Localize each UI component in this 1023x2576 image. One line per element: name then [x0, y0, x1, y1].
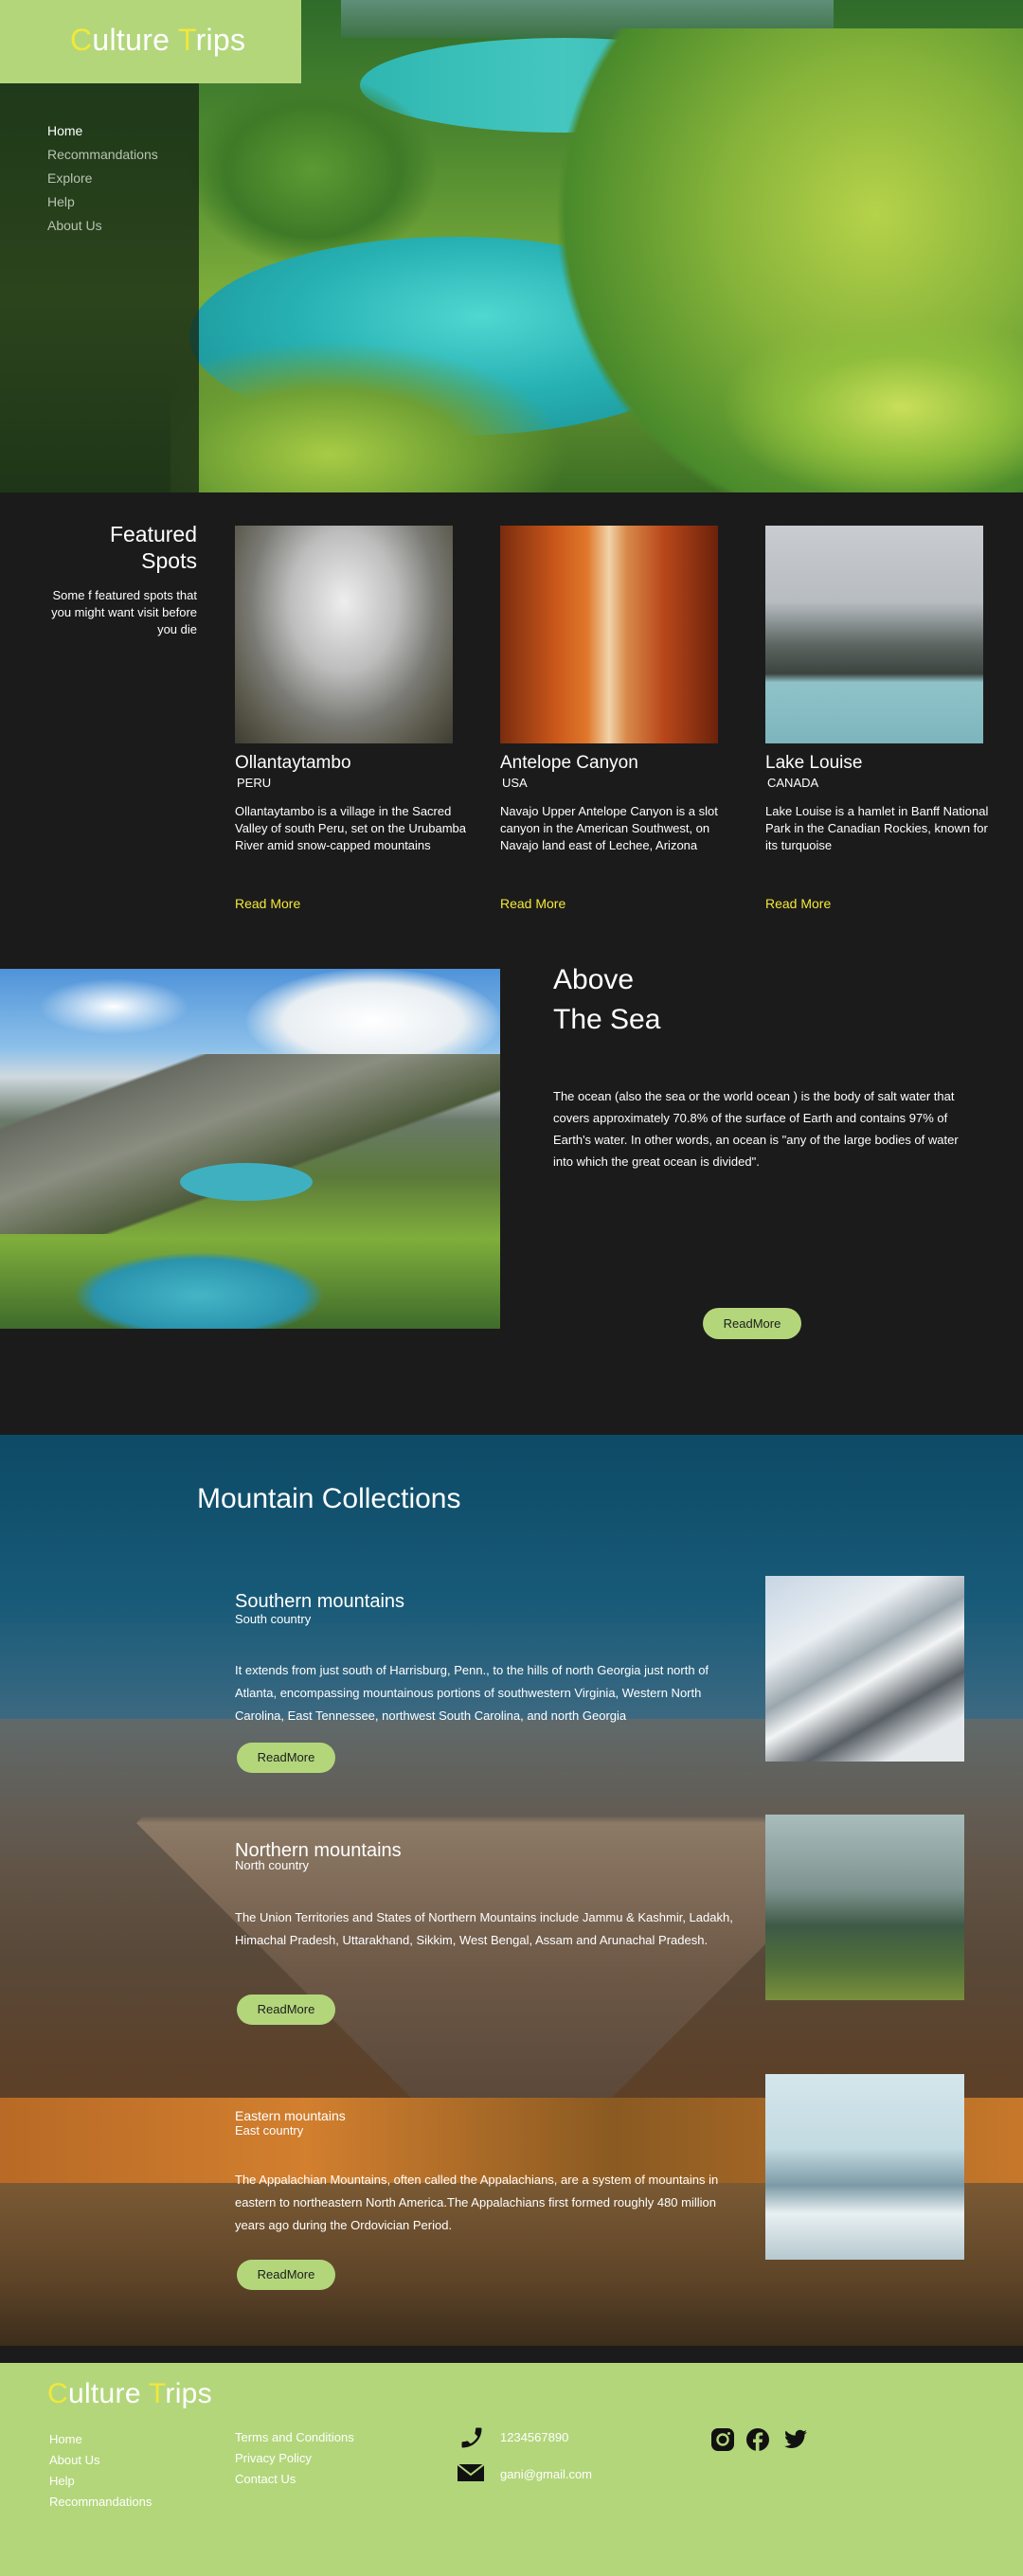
twitter-icon[interactable] [782, 2427, 811, 2456]
facebook-icon[interactable] [745, 2427, 774, 2456]
above-sea-text: The ocean (also the sea or the world oce… [553, 1089, 959, 1169]
read-more-link[interactable]: Read More [235, 896, 300, 911]
footer-logo[interactable]: Culture Trips [47, 2378, 212, 2410]
card-description: Navajo Upper Antelope Canyon is a slot c… [500, 804, 718, 852]
card-title: Lake Louise [765, 753, 863, 773]
logo-letter-t: T [177, 23, 196, 57]
mountain-collections-title: Mountain Collections [197, 1483, 461, 1514]
ollantaytambo-image[interactable] [235, 526, 453, 743]
mountain-item-country: North country [235, 1858, 310, 1872]
eastern-mountains-image[interactable] [765, 2074, 964, 2260]
footer-links-col1: Home About Us Help Recommandations [49, 2429, 152, 2513]
footer-link-about-us[interactable]: About Us [49, 2450, 152, 2471]
featured-subtitle: Some f featured spots that you might wan… [51, 588, 197, 636]
featured-title: Featured Spots [57, 521, 197, 574]
above-sea-image [0, 969, 500, 1329]
footer-email[interactable]: gani@gmail.com [500, 2464, 592, 2485]
mountain-readmore-button[interactable]: ReadMore [237, 2260, 335, 2290]
site-logo[interactable]: Culture Trips [70, 23, 245, 58]
footer: Culture Trips Home About Us Help Recomma… [0, 2363, 1023, 2576]
footer-link-recommandations[interactable]: Recommandations [49, 2492, 152, 2513]
featured-card: Antelope Canyon USA Navajo Upper Antelop… [500, 526, 737, 911]
footer-link-home[interactable]: Home [49, 2429, 152, 2450]
card-country: CANADA [767, 776, 819, 790]
card-title: Ollantaytambo [235, 753, 351, 773]
featured-card: Ollantaytambo PERU Ollantaytambo is a vi… [235, 526, 472, 911]
phone-icon [458, 2424, 487, 2453]
mountain-lake [180, 1163, 313, 1201]
footer-link-privacy[interactable]: Privacy Policy [235, 2448, 354, 2469]
logo-text-2: rips [165, 2378, 212, 2409]
card-country: USA [502, 776, 528, 790]
sea-title-line2: The Sea [553, 1004, 661, 1035]
footer-links-col2: Terms and Conditions Privacy Policy Cont… [235, 2427, 354, 2490]
mountain-item-text: The Union Territories and States of Nort… [235, 1910, 733, 1947]
mountain-item-text: It extends from just south of Harrisburg… [235, 1663, 709, 1723]
above-sea-title: Above The Sea [553, 960, 660, 1040]
read-more-link[interactable]: Read More [765, 896, 831, 911]
logo-text-1: ulture [67, 2378, 149, 2409]
nav-explore[interactable]: Explore [47, 167, 158, 190]
logo-letter-t: T [148, 2378, 166, 2409]
cloud [38, 978, 189, 1035]
footer-link-terms[interactable]: Terms and Conditions [235, 2427, 354, 2448]
mountain-readmore-button[interactable]: ReadMore [237, 1995, 335, 2025]
featured-title-line2: Spots [141, 548, 197, 573]
mountain-item-title: Southern mountains [235, 1591, 405, 1612]
instagram-icon[interactable] [710, 2427, 739, 2456]
featured-title-line1: Featured [109, 522, 197, 546]
sea-readmore-button[interactable]: ReadMore [703, 1308, 801, 1339]
featured-card: Lake Louise CANADA Lake Louise is a haml… [765, 526, 1002, 911]
nav-help[interactable]: Help [47, 190, 158, 214]
hero-foliage-corner [720, 313, 1023, 492]
card-country: PERU [237, 776, 272, 790]
footer-link-contact[interactable]: Contact Us [235, 2469, 354, 2490]
hero-foliage-bottom [170, 341, 568, 492]
logo-box: Culture Trips [0, 0, 301, 83]
email-icon [457, 2461, 485, 2490]
sea-title-line1: Above [553, 964, 635, 995]
mountain-item-country: South country [235, 1612, 312, 1626]
mountain-readmore-button[interactable]: ReadMore [237, 1743, 335, 1773]
antelope-canyon-image[interactable] [500, 526, 718, 743]
logo-text-2: rips [195, 23, 246, 57]
mountain-item-text: The Appalachian Mountains, often called … [235, 2173, 719, 2232]
mountain-ridge [0, 1054, 500, 1234]
logo-letter-c: C [70, 23, 93, 57]
logo-letter-c: C [47, 2378, 68, 2409]
southern-mountains-image[interactable] [765, 1576, 964, 1762]
card-title: Antelope Canyon [500, 753, 638, 773]
mountain-item-title: Eastern mountains [235, 2108, 346, 2123]
hero-foliage [189, 76, 436, 265]
nav-about-us[interactable]: About Us [47, 214, 158, 238]
footer-phone[interactable]: 1234567890 [500, 2427, 568, 2448]
read-more-link[interactable]: Read More [500, 896, 565, 911]
nav-recommandations[interactable]: Recommandations [47, 143, 158, 167]
card-description: Lake Louise is a hamlet in Banff Nationa… [765, 804, 989, 852]
card-description: Ollantaytambo is a village in the Sacred… [235, 804, 467, 852]
main-nav: Home Recommandations Explore Help About … [47, 119, 158, 238]
lake-louise-image[interactable] [765, 526, 983, 743]
logo-text-1: ulture [92, 23, 178, 57]
northern-mountains-image[interactable] [765, 1815, 964, 2000]
mountain-lake-lower [76, 1253, 322, 1329]
footer-link-help[interactable]: Help [49, 2471, 152, 2492]
nav-home[interactable]: Home [47, 119, 158, 143]
mountain-item-country: East country [235, 2123, 304, 2138]
